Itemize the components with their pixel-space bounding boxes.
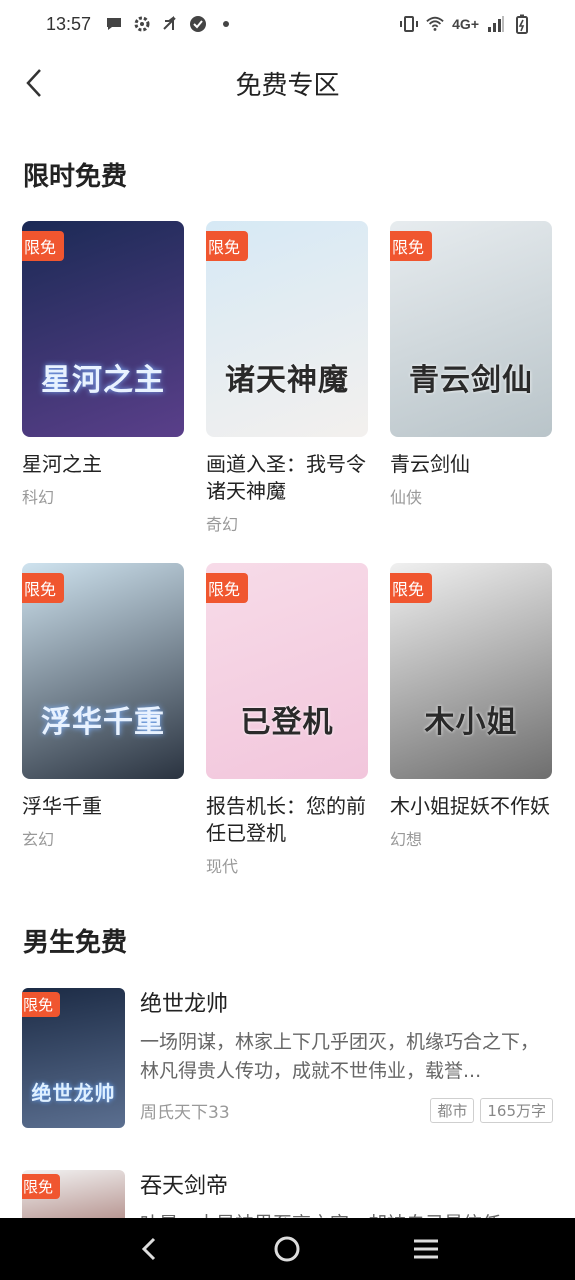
- status-time: 13:57: [46, 13, 92, 34]
- book-genre: 幻想: [390, 830, 423, 849]
- book-cover[interactable]: 浮华千重 限免: [22, 563, 184, 779]
- book-cover[interactable]: 已登机 限免: [206, 563, 368, 779]
- book-cover[interactable]: 星河之主 限免: [22, 221, 184, 437]
- book-title[interactable]: 报告机长：您的前任已登机: [206, 793, 368, 847]
- book-card[interactable]: 已登机 限免 报告机长：您的前任已登机 现代: [206, 563, 368, 877]
- book-genre: 玄幻: [22, 830, 55, 849]
- page-title: 免费专区: [235, 70, 340, 101]
- book-card[interactable]: 星河之主 限免 星河之主 科幻: [22, 221, 184, 508]
- limited-free-badge: 限免: [206, 231, 249, 267]
- book-card[interactable]: 浮华千重 限免 浮华千重 玄幻: [22, 563, 184, 850]
- cover-title: 已登机: [240, 705, 334, 740]
- book-tag: 165万字: [480, 1098, 553, 1123]
- book-author: 周氏天下33: [140, 1103, 230, 1123]
- book-title[interactable]: 浮华千重: [22, 793, 184, 820]
- battery-icon: [513, 14, 531, 34]
- book-genre: 奇幻: [206, 515, 239, 534]
- book-tags: 都市 165万字: [430, 1098, 553, 1123]
- book-card[interactable]: 青云剑仙 限免 青云剑仙 仙侠: [390, 221, 552, 508]
- book-title[interactable]: 画道入圣：我号令诸天神魔: [206, 451, 368, 505]
- limited-free-badge: 限免: [22, 1174, 61, 1205]
- cover-title: 诸天神魔: [225, 363, 349, 398]
- book-cover[interactable]: 绝世龙帅 限免: [22, 988, 125, 1128]
- menu-nav-icon: [413, 1239, 438, 1259]
- cover-title: 浮华千重: [41, 705, 165, 740]
- book-info: 绝世龙帅 一场阴谋，林家上下几乎团灭，机缘巧合之下，林凡得贵人传功，成就不世伟业…: [140, 988, 553, 1123]
- cover-title: 木小姐: [424, 705, 518, 740]
- mute-icon: [161, 15, 179, 33]
- book-title[interactable]: 绝世龙帅: [140, 986, 553, 1018]
- book-title[interactable]: 吞天剑帝: [140, 1168, 553, 1200]
- vibrate-icon: [400, 15, 419, 33]
- menu-nav-button[interactable]: [406, 1229, 446, 1269]
- limited-free-badge: 限免: [390, 573, 433, 609]
- book-tag: 都市: [430, 1098, 475, 1123]
- back-nav-icon: [142, 1237, 156, 1261]
- book-cover[interactable]: 青云剑仙 限免: [390, 221, 552, 437]
- check-icon: [189, 15, 207, 33]
- message-icon: [105, 15, 123, 33]
- section-title-male-free: 男生免费: [23, 928, 128, 958]
- list-item[interactable]: 绝世龙帅 限免 绝世龙帅 一场阴谋，林家上下几乎团灭，机缘巧合之下，林凡得贵人传…: [22, 988, 553, 1128]
- limited-free-badge: 限免: [206, 573, 249, 609]
- section-title-limited-free: 限时免费: [23, 162, 128, 192]
- book-cover[interactable]: 诸天神魔 限免: [206, 221, 368, 437]
- wifi-icon: [426, 15, 444, 33]
- book-title[interactable]: 星河之主: [22, 451, 184, 478]
- header: 免费专区: [0, 48, 575, 118]
- cover-title: 绝世龙帅: [31, 1081, 116, 1105]
- navigation-bar: [0, 1218, 575, 1280]
- dot-icon: [217, 15, 235, 33]
- chevron-left-icon: [26, 69, 41, 97]
- back-button[interactable]: [16, 65, 52, 101]
- cover-title: 青云剑仙: [409, 363, 533, 398]
- book-cover[interactable]: 木小姐 限免: [390, 563, 552, 779]
- cover-title: 星河之主: [41, 363, 165, 398]
- book-genre: 仙侠: [390, 488, 423, 507]
- limited-free-badge: 限免: [22, 992, 61, 1023]
- book-description: 一场阴谋，林家上下几乎团灭，机缘巧合之下，林凡得贵人传功，成就不世伟业，载誉..…: [140, 1031, 540, 1082]
- limited-free-badge: 限免: [22, 231, 65, 267]
- book-title[interactable]: 青云剑仙: [390, 451, 552, 478]
- limited-free-badge: 限免: [390, 231, 433, 267]
- book-meta: 周氏天下33 都市 165万字: [140, 1098, 553, 1123]
- book-genre: 现代: [206, 857, 239, 876]
- signal-icon: [487, 15, 505, 33]
- status-bar: 13:57 4G+: [0, 0, 575, 48]
- limited-free-badge: 限免: [22, 573, 65, 609]
- network-type: 4G+: [452, 16, 479, 32]
- book-genre: 科幻: [22, 488, 55, 507]
- home-nav-button[interactable]: [267, 1229, 307, 1269]
- book-card[interactable]: 木小姐 限免 木小姐捉妖不作妖 幻想: [390, 563, 552, 850]
- home-nav-icon: [274, 1236, 300, 1262]
- settings-icon: [133, 15, 151, 33]
- book-card[interactable]: 诸天神魔 限免 画道入圣：我号令诸天神魔 奇幻: [206, 221, 368, 535]
- book-title[interactable]: 木小姐捉妖不作妖: [390, 793, 552, 820]
- back-nav-button[interactable]: [129, 1229, 169, 1269]
